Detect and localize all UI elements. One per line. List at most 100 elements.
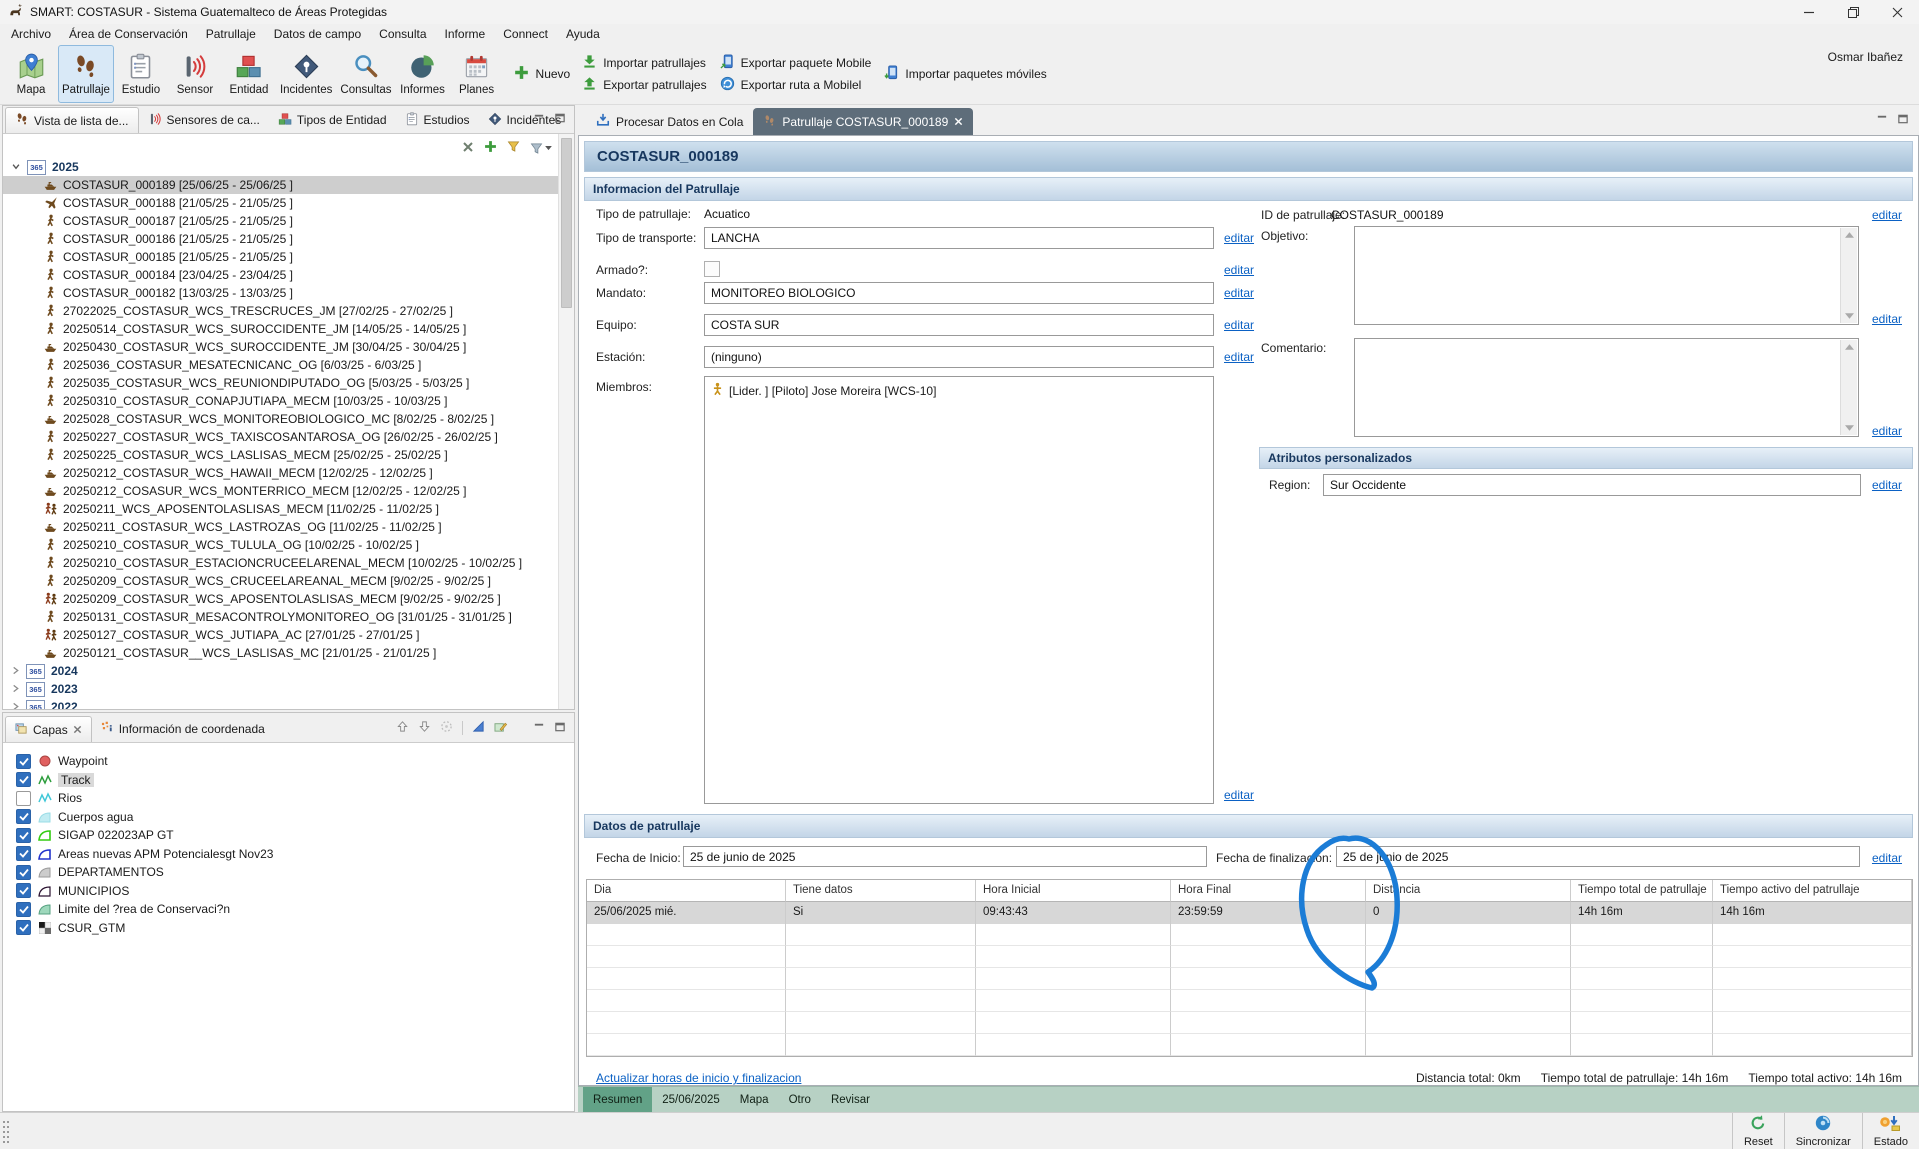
minimize-window-button[interactable] bbox=[1787, 0, 1831, 24]
fecha-inicio-field[interactable] bbox=[683, 846, 1207, 867]
editar-estacion-link[interactable]: editar bbox=[1224, 350, 1254, 364]
menu-informe[interactable]: Informe bbox=[436, 25, 495, 43]
tree-item-patrol[interactable]: 2025028_COSTASUR_WCS_MONITOREOBIOLOGICO_… bbox=[3, 410, 558, 428]
tree-item-patrol[interactable]: 20250514_COSTASUR_WCS_SUROCCIDENTE_JM [1… bbox=[3, 320, 558, 338]
layer-cuerpos-agua[interactable]: Cuerpos agua bbox=[3, 808, 574, 827]
toolbar-sensor[interactable]: Sensor bbox=[168, 45, 222, 103]
tree-item-patrol[interactable]: 20250209_COSTASUR_WCS_APOSENTOLASLISAS_M… bbox=[3, 590, 558, 608]
status-sincronizar[interactable]: Sincronizar bbox=[1784, 1113, 1862, 1149]
editar-transporte-link[interactable]: editar bbox=[1224, 231, 1254, 245]
filter-edit-icon[interactable] bbox=[507, 140, 520, 156]
comentario-scrollbar[interactable] bbox=[1840, 340, 1857, 435]
tree-item-patrol[interactable]: 2025035_COSTASUR_WCS_REUNIONDIPUTADO_OG … bbox=[3, 374, 558, 392]
layer-checkbox[interactable] bbox=[16, 772, 31, 787]
tree-item-patrol[interactable]: 20250227_COSTASUR_WCS_TAXISCOSANTAROSA_O… bbox=[3, 428, 558, 446]
move-layer-up-icon[interactable] bbox=[396, 720, 409, 736]
clear-selection-icon[interactable] bbox=[462, 141, 474, 156]
scroll-down-icon[interactable] bbox=[1841, 421, 1857, 435]
layer-checkbox[interactable] bbox=[16, 846, 31, 861]
tree-item-patrol[interactable]: 20250430_COSTASUR_WCS_SUROCCIDENTE_JM [3… bbox=[3, 338, 558, 356]
editar-comentario-link[interactable]: editar bbox=[1872, 424, 1902, 438]
bottom-tab-mapa[interactable]: Mapa bbox=[730, 1087, 779, 1112]
action-exportar-paquete-mobile[interactable]: Exportar paquete Mobile bbox=[720, 54, 872, 72]
editar-objetivo-link[interactable]: editar bbox=[1872, 312, 1902, 326]
maximize-panel-icon[interactable] bbox=[554, 112, 566, 127]
tree-item-patrol[interactable]: 20250211_COSTASUR_WCS_LASTROZAS_OG [11/0… bbox=[3, 518, 558, 536]
comentario-textarea[interactable] bbox=[1354, 338, 1859, 437]
layer-checkbox[interactable] bbox=[16, 828, 31, 843]
editar-id-link[interactable]: editar bbox=[1872, 208, 1902, 222]
minimize-panel-icon[interactable] bbox=[1876, 113, 1888, 128]
filter-icon[interactable] bbox=[530, 142, 552, 155]
tree-item-patrol[interactable]: 20250121_COSTASUR__WCS_LASLISAS_MC [21/0… bbox=[3, 644, 558, 662]
scroll-down-icon[interactable] bbox=[1841, 309, 1857, 323]
tab-capas[interactable]: Capas bbox=[5, 716, 92, 742]
tab-estudios[interactable]: Estudios bbox=[396, 107, 479, 133]
editar-armado-link[interactable]: editar bbox=[1224, 263, 1254, 277]
toolbar-incidentes[interactable]: Incidentes bbox=[276, 45, 336, 103]
editar-miembros-link[interactable]: editar bbox=[1224, 788, 1254, 802]
armado-checkbox[interactable] bbox=[704, 261, 720, 277]
add-patrol-icon[interactable] bbox=[484, 140, 497, 156]
layer-checkbox[interactable] bbox=[16, 809, 31, 824]
menu-connect[interactable]: Connect bbox=[494, 25, 557, 43]
toolbar-informes[interactable]: Informes bbox=[396, 45, 450, 103]
layer-checkbox[interactable] bbox=[16, 754, 31, 769]
editar-mandato-link[interactable]: editar bbox=[1224, 286, 1254, 300]
close-tab-icon[interactable] bbox=[954, 115, 963, 129]
table-row[interactable]: 25/06/2025 mié.Si09:43:4323:59:59014h 16… bbox=[587, 902, 1912, 924]
layer-areas-nuevas-apm-potencialesgt-nov23[interactable]: Areas nuevas APM Potencialesgt Nov23 bbox=[3, 845, 574, 864]
editar-region-link[interactable]: editar bbox=[1872, 478, 1902, 492]
tree-item-patrol[interactable]: COSTASUR_000186 [21/05/25 - 21/05/25 ] bbox=[3, 230, 558, 248]
menu-patrullaje[interactable]: Patrullaje bbox=[197, 25, 265, 43]
action-importar-patrullajes[interactable]: Importar patrullajes bbox=[582, 54, 706, 72]
editar-equipo-link[interactable]: editar bbox=[1224, 318, 1254, 332]
layer-departamentos[interactable]: DEPARTAMENTOS bbox=[3, 863, 574, 882]
tree-item-patrol[interactable]: 27022025_COSTASUR_WCS_TRESCRUCES_JM [27/… bbox=[3, 302, 558, 320]
layer-checkbox[interactable] bbox=[16, 865, 31, 880]
tab-informacion-coordenada[interactable]: Información de coordenada bbox=[92, 716, 274, 742]
actualizar-horas-link[interactable]: Actualizar horas de inicio y finalizacio… bbox=[596, 1071, 801, 1085]
menu-rea-de-conservaci-n[interactable]: Área de Conservación bbox=[60, 25, 197, 43]
tree-item-patrol[interactable]: COSTASUR_000188 [21/05/25 - 21/05/25 ] bbox=[3, 194, 558, 212]
tree-item-patrol[interactable]: 2025036_COSTASUR_MESATECNICANC_OG [6/03/… bbox=[3, 356, 558, 374]
action-importar-paquetes-m-viles[interactable]: Importar paquetes móviles bbox=[884, 65, 1046, 83]
scroll-up-icon[interactable] bbox=[1841, 340, 1857, 354]
tree-item-patrol[interactable]: 20250212_COSASUR_WCS_MONTERRICO_MECM [12… bbox=[3, 482, 558, 500]
tree-item-patrol[interactable]: 20250225_COSTASUR_WCS_LASLISAS_MECM [25/… bbox=[3, 446, 558, 464]
tree-item-patrol[interactable]: COSTASUR_000185 [21/05/25 - 21/05/25 ] bbox=[3, 248, 558, 266]
chevron-right-icon[interactable] bbox=[11, 700, 20, 709]
tab-patrullaje-costasur[interactable]: Patrullaje COSTASUR_000189 bbox=[753, 108, 973, 135]
tree-year-2024[interactable]: 3652024 bbox=[3, 662, 558, 680]
toolbar-mapa[interactable]: Mapa bbox=[4, 45, 58, 103]
menu-ayuda[interactable]: Ayuda bbox=[557, 25, 609, 43]
layer-checkbox[interactable] bbox=[16, 883, 31, 898]
fecha-fin-field[interactable] bbox=[1336, 846, 1860, 867]
member-row[interactable]: [Lider. ] [Piloto] Jose Moreira [WCS-10] bbox=[705, 377, 1213, 404]
tree-item-patrol[interactable]: COSTASUR_000189 [25/06/25 - 25/06/25 ] bbox=[3, 176, 558, 194]
tree-scrollbar-thumb[interactable] bbox=[561, 138, 572, 308]
menu-consulta[interactable]: Consulta bbox=[370, 25, 435, 43]
estacion-field[interactable] bbox=[704, 346, 1214, 368]
status-estado[interactable]: Estado bbox=[1862, 1113, 1919, 1149]
tab-vista-de-lista-de[interactable]: Vista de lista de... bbox=[5, 107, 139, 133]
tab-sensores-de-ca[interactable]: Sensores de ca... bbox=[139, 107, 269, 133]
toolbar-entidad[interactable]: Entidad bbox=[222, 45, 276, 103]
layer-waypoint[interactable]: Waypoint bbox=[3, 752, 574, 771]
minimize-panel-icon[interactable] bbox=[533, 112, 545, 127]
close-tab-icon[interactable] bbox=[73, 723, 82, 737]
tree-scrollbar[interactable] bbox=[558, 134, 574, 709]
nuevo-button[interactable]: Nuevo bbox=[512, 63, 571, 85]
chevron-right-icon[interactable] bbox=[11, 664, 20, 678]
close-window-button[interactable] bbox=[1875, 0, 1919, 24]
equipo-field[interactable] bbox=[704, 314, 1214, 336]
tree-year-2023[interactable]: 3652023 bbox=[3, 680, 558, 698]
layer-checkbox[interactable] bbox=[16, 902, 31, 917]
toolbar-consultas[interactable]: Consultas bbox=[336, 45, 395, 103]
layer-csur-gtm[interactable]: CSUR_GTM bbox=[3, 919, 574, 938]
menu-datos-de-campo[interactable]: Datos de campo bbox=[265, 25, 370, 43]
tree-item-patrol[interactable]: 20250212_COSTASUR_WCS_HAWAII_MECM [12/02… bbox=[3, 464, 558, 482]
tree-item-patrol[interactable]: 20250210_COSTASUR_WCS_TULULA_OG [10/02/2… bbox=[3, 536, 558, 554]
tree-item-patrol[interactable]: 20250310_COSTASUR_CONAPJUTIAPA_MECM [10/… bbox=[3, 392, 558, 410]
tab-procesar-datos[interactable]: Procesar Datos en Cola bbox=[586, 108, 753, 135]
